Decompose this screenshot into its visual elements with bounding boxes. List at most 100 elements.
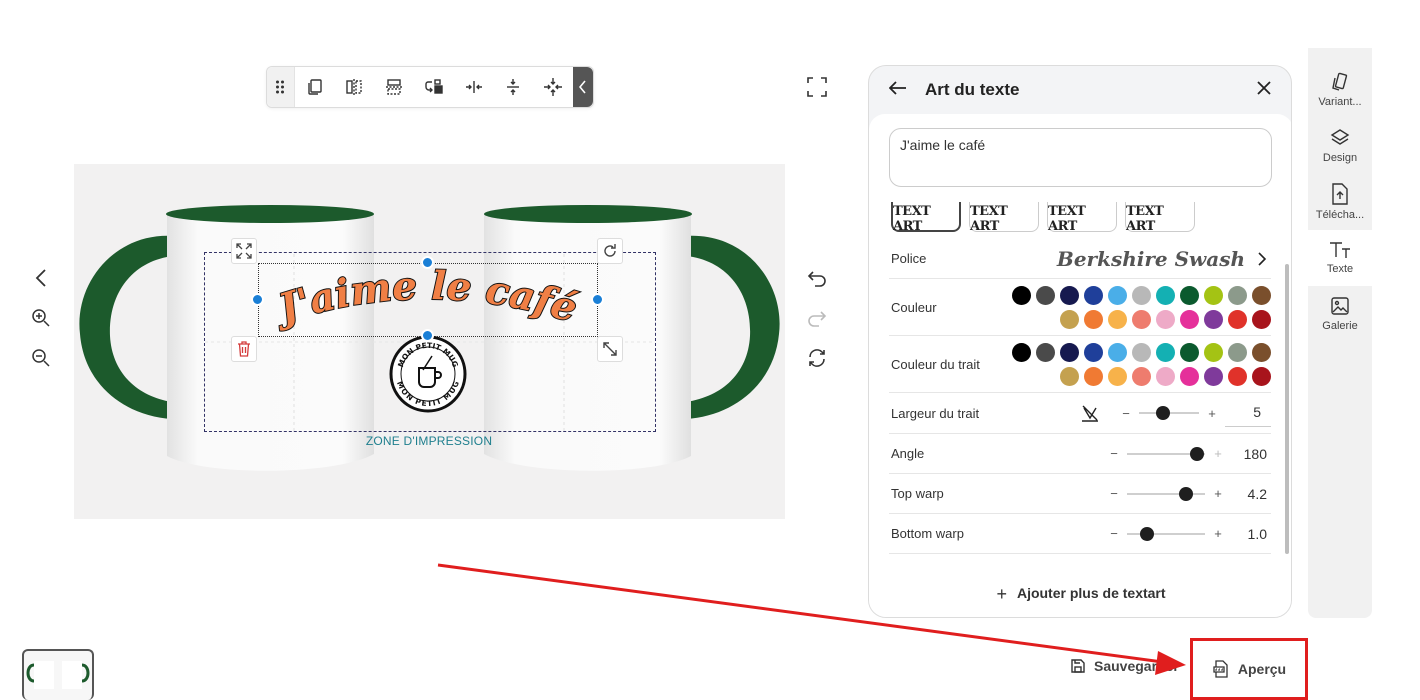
text-art-style-2[interactable]: TEXT ART xyxy=(969,202,1039,232)
preview-button[interactable]: Aperçu xyxy=(1190,638,1308,700)
stroke-color-swatch[interactable] xyxy=(1108,342,1127,362)
panel-scrollbar[interactable] xyxy=(1285,214,1289,574)
color-swatch[interactable] xyxy=(1132,309,1151,329)
color-swatch[interactable] xyxy=(1108,285,1127,305)
rail-item-gallery[interactable]: Galerie xyxy=(1308,286,1372,342)
collapse-toolbar-button[interactable] xyxy=(573,67,593,107)
color-swatch[interactable] xyxy=(1156,285,1175,305)
zoom-in-button[interactable] xyxy=(29,306,53,330)
expand-button[interactable] xyxy=(231,238,257,264)
slider-knob[interactable] xyxy=(1178,486,1193,501)
top-warp-value[interactable]: 4.2 xyxy=(1231,486,1271,502)
resize-handle-top[interactable] xyxy=(421,256,434,269)
slider-knob[interactable] xyxy=(1190,446,1205,461)
stroke-color-swatch[interactable] xyxy=(1204,366,1223,386)
bottom-warp-plus[interactable]: + xyxy=(1213,526,1223,541)
text-art-style-1[interactable]: TEXT ART xyxy=(891,202,961,232)
stroke-color-swatch[interactable] xyxy=(1084,342,1103,362)
fullscreen-button[interactable] xyxy=(805,75,829,99)
top-warp-minus[interactable]: − xyxy=(1109,486,1119,501)
layer-order-icon[interactable] xyxy=(414,67,454,107)
stroke-color-swatch[interactable] xyxy=(1252,366,1271,386)
stroke-width-value[interactable]: 5 xyxy=(1225,399,1271,427)
stroke-color-swatch[interactable] xyxy=(1132,342,1151,362)
angle-minus[interactable]: − xyxy=(1109,446,1119,461)
stroke-width-minus[interactable]: − xyxy=(1121,406,1131,421)
delete-button[interactable] xyxy=(231,336,257,362)
stroke-color-swatch[interactable] xyxy=(1132,366,1151,386)
flip-vertical-icon[interactable] xyxy=(374,67,414,107)
angle-value[interactable]: 180 xyxy=(1231,446,1271,462)
add-more-textart-button[interactable]: + Ajouter plus de textart xyxy=(869,584,1291,605)
resize-handle-right[interactable] xyxy=(591,293,604,306)
stroke-color-swatch[interactable] xyxy=(1180,366,1199,386)
center-horizontal-icon[interactable] xyxy=(454,67,494,107)
previous-view-button[interactable] xyxy=(29,266,53,290)
stroke-color-swatch[interactable] xyxy=(1156,366,1175,386)
stroke-color-swatch[interactable] xyxy=(1180,342,1199,362)
color-swatch[interactable] xyxy=(1060,285,1079,305)
no-stroke-icon[interactable] xyxy=(1081,404,1099,422)
color-swatch[interactable] xyxy=(1228,285,1247,305)
stroke-color-swatch[interactable] xyxy=(1036,342,1055,362)
color-swatch[interactable] xyxy=(1084,309,1103,329)
stroke-color-swatch[interactable] xyxy=(1084,366,1103,386)
stroke-width-plus[interactable]: + xyxy=(1207,406,1217,421)
angle-plus[interactable]: + xyxy=(1213,446,1223,461)
resize-handle-bottom[interactable] xyxy=(421,329,434,342)
flip-horizontal-icon[interactable] xyxy=(335,67,375,107)
top-warp-plus[interactable]: + xyxy=(1213,486,1223,501)
back-button[interactable] xyxy=(888,80,907,100)
color-swatch[interactable] xyxy=(1204,309,1223,329)
rail-item-variants[interactable]: Variant... xyxy=(1308,62,1372,118)
text-art-style-4[interactable]: TEXT ART xyxy=(1125,202,1195,232)
slider-knob[interactable] xyxy=(1156,406,1170,420)
rotate-view-button[interactable] xyxy=(805,346,829,370)
zoom-out-button[interactable] xyxy=(29,346,53,370)
stroke-color-swatch[interactable] xyxy=(1204,342,1223,362)
rotate-button[interactable] xyxy=(597,238,623,264)
color-swatch[interactable] xyxy=(1084,285,1103,305)
stroke-color-swatch[interactable] xyxy=(1060,366,1079,386)
slider-knob[interactable] xyxy=(1139,526,1154,541)
stroke-color-swatch[interactable] xyxy=(1012,342,1031,362)
bottom-warp-value[interactable]: 1.0 xyxy=(1231,526,1271,542)
stroke-width-slider[interactable] xyxy=(1139,406,1199,420)
font-row[interactable]: Police Berkshire Swash xyxy=(889,239,1271,279)
color-swatch[interactable] xyxy=(1156,309,1175,329)
center-both-icon[interactable] xyxy=(533,67,573,107)
art-text-selection[interactable]: J'aime le café xyxy=(258,263,598,337)
save-button[interactable]: Sauvegarder xyxy=(1070,656,1179,676)
view-thumbnail[interactable] xyxy=(22,649,94,700)
angle-slider[interactable] xyxy=(1127,446,1205,461)
bottom-warp-slider[interactable] xyxy=(1127,526,1205,541)
color-swatch[interactable] xyxy=(1252,309,1271,329)
redo-button[interactable] xyxy=(805,306,829,330)
scale-button[interactable] xyxy=(597,336,623,362)
color-swatch[interactable] xyxy=(1204,285,1223,305)
stroke-color-swatch[interactable] xyxy=(1228,366,1247,386)
top-warp-slider[interactable] xyxy=(1127,486,1205,501)
product-canvas[interactable]: ZONE D'IMPRESSION MON PETIT MUG MON PETI… xyxy=(74,164,785,519)
color-swatch[interactable] xyxy=(1180,309,1199,329)
color-swatch[interactable] xyxy=(1060,309,1079,329)
stroke-color-swatch[interactable] xyxy=(1228,342,1247,362)
undo-button[interactable] xyxy=(805,266,829,290)
rail-item-upload[interactable]: Télécha... xyxy=(1308,174,1372,230)
bottom-warp-minus[interactable]: − xyxy=(1109,526,1119,541)
color-swatch[interactable] xyxy=(1132,285,1151,305)
scrollbar-thumb[interactable] xyxy=(1285,264,1289,554)
color-swatch[interactable] xyxy=(1228,309,1247,329)
stroke-color-swatch[interactable] xyxy=(1156,342,1175,362)
stroke-color-swatch[interactable] xyxy=(1252,342,1271,362)
color-swatch[interactable] xyxy=(1108,309,1127,329)
color-swatch[interactable] xyxy=(1036,285,1055,305)
text-content-input[interactable]: J'aime le café xyxy=(889,128,1272,187)
color-swatch[interactable] xyxy=(1252,285,1271,305)
resize-handle-left[interactable] xyxy=(251,293,264,306)
stroke-color-swatch[interactable] xyxy=(1060,342,1079,362)
color-swatch[interactable] xyxy=(1180,285,1199,305)
drag-handle-icon[interactable] xyxy=(267,67,295,107)
text-art-style-3[interactable]: TEXT ART xyxy=(1047,202,1117,232)
close-button[interactable] xyxy=(1257,80,1271,100)
